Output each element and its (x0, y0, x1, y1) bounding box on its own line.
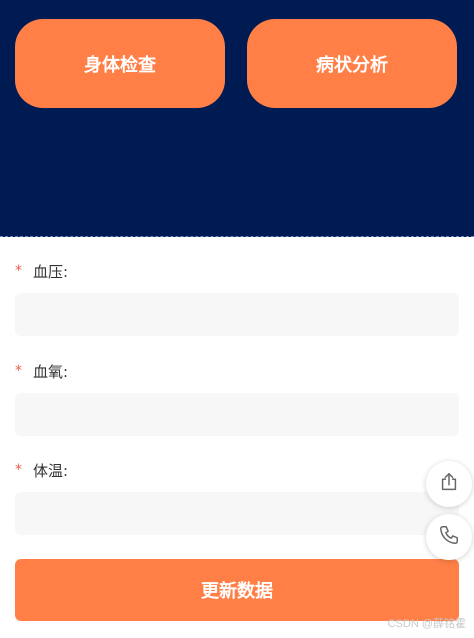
body-temperature-field: * 体温: (15, 459, 459, 535)
physical-exam-tile[interactable]: 身体检查 (15, 19, 225, 108)
call-button[interactable] (426, 514, 472, 560)
physical-exam-label: 身体检查 (84, 54, 156, 76)
body-temperature-label-row: * 体温: (15, 459, 459, 481)
share-icon (438, 471, 460, 497)
required-mark: * (15, 363, 22, 379)
share-button[interactable] (426, 461, 472, 507)
blood-oxygen-input[interactable] (15, 393, 459, 436)
phone-icon (438, 524, 460, 550)
blood-oxygen-label: 血氧: (33, 362, 69, 381)
blood-oxygen-field: * 血氧: (15, 360, 459, 436)
body-temperature-label: 体温: (33, 461, 69, 480)
update-data-label: 更新数据 (201, 581, 273, 602)
watermark: CSDN @薛铭霍 (387, 618, 466, 630)
blood-oxygen-label-row: * 血氧: (15, 360, 459, 382)
blood-pressure-label: 血压: (33, 262, 69, 281)
blood-pressure-input[interactable] (15, 293, 459, 336)
blood-pressure-field: * 血压: (15, 260, 459, 336)
body-temperature-input[interactable] (15, 492, 459, 535)
blood-pressure-label-row: * 血压: (15, 260, 459, 282)
required-mark: * (15, 263, 22, 279)
header-panel: 身体检查 病状分析 (0, 0, 474, 237)
symptom-analysis-tile[interactable]: 病状分析 (247, 19, 457, 108)
symptom-analysis-label: 病状分析 (316, 54, 388, 76)
required-mark: * (15, 462, 22, 478)
update-data-button[interactable]: 更新数据 (15, 559, 459, 621)
